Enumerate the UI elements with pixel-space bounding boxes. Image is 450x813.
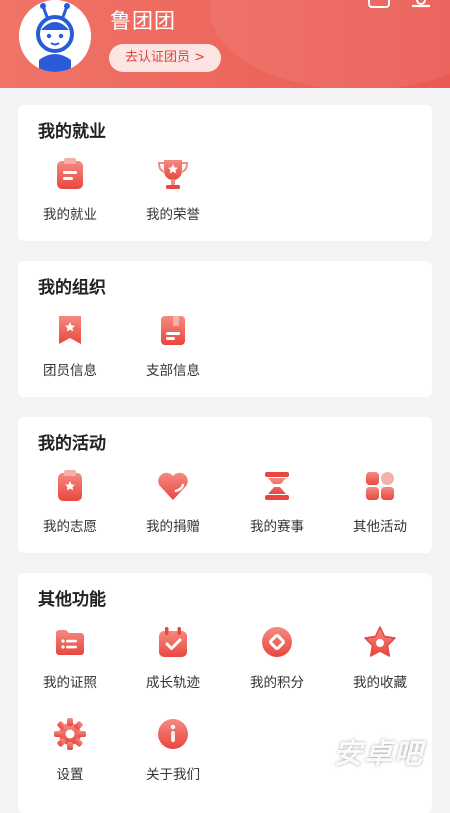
bookmark-star-icon bbox=[59, 316, 81, 344]
points-coin-icon bbox=[262, 627, 292, 657]
star-icon bbox=[364, 626, 396, 657]
calendar-check-icon bbox=[159, 627, 187, 657]
section-title: 我的就业 bbox=[38, 122, 106, 142]
menu-item-my-favorites[interactable]: 我的收藏 bbox=[328, 625, 432, 691]
heart-icon bbox=[158, 472, 188, 500]
menu-item-label: 团员信息 bbox=[43, 363, 97, 379]
menu-item-settings[interactable]: 设置 bbox=[18, 717, 122, 783]
menu-item-my-points[interactable]: 我的积分 bbox=[225, 625, 329, 691]
menu-item-label: 关于我们 bbox=[146, 767, 200, 783]
avatar[interactable] bbox=[19, 0, 91, 72]
info-icon bbox=[158, 719, 188, 749]
menu-item-label: 我的就业 bbox=[43, 207, 97, 223]
menu-item-label: 设置 bbox=[56, 767, 84, 783]
menu-item-label: 我的荣誉 bbox=[146, 207, 200, 223]
username: 鲁团团 bbox=[110, 9, 176, 33]
message-icon[interactable] bbox=[368, 0, 390, 8]
menu-item-label: 其他活动 bbox=[353, 519, 407, 535]
menu-item-my-honors[interactable]: 我的荣誉 bbox=[121, 157, 225, 223]
section-title: 其他功能 bbox=[38, 590, 106, 610]
menu-item-my-donation[interactable]: 我的捐赠 bbox=[121, 469, 225, 535]
menu-item-branch-info[interactable]: 支部信息 bbox=[121, 313, 225, 379]
notebook-icon bbox=[161, 316, 185, 345]
menu-item-label: 我的证照 bbox=[43, 675, 97, 691]
section-title: 我的活动 bbox=[38, 434, 106, 454]
menu-item-label: 我的捐赠 bbox=[146, 519, 200, 535]
watermark-logo: 安卓吧 bbox=[333, 737, 424, 770]
activity-section: 我的活动 我的志愿 我的捐赠 我的赛事 其他活动 bbox=[18, 417, 432, 553]
folder-list-icon bbox=[56, 630, 84, 655]
profile-header: 鲁团团 去认证团员 > bbox=[0, 0, 450, 88]
menu-item-about-us[interactable]: 关于我们 bbox=[121, 717, 225, 783]
apps-grid-icon bbox=[366, 472, 394, 500]
menu-item-label: 我的志愿 bbox=[43, 519, 97, 535]
menu-item-my-volunteer[interactable]: 我的志愿 bbox=[18, 469, 122, 535]
other-functions-section: 其他功能 我的证照 成长轨迹 我的积分 我的收藏 设置 关于我们 bbox=[18, 573, 432, 813]
trophy-icon bbox=[157, 160, 189, 189]
header-decoration bbox=[210, 0, 450, 88]
mascot-avatar-icon bbox=[19, 0, 91, 72]
verify-member-button[interactable]: 去认证团员 > bbox=[109, 44, 221, 72]
menu-item-label: 我的赛事 bbox=[250, 519, 304, 535]
menu-item-my-licenses[interactable]: 我的证照 bbox=[18, 625, 122, 691]
settings-icon[interactable] bbox=[410, 0, 432, 8]
gear-icon bbox=[54, 718, 86, 750]
menu-item-label: 我的收藏 bbox=[353, 675, 407, 691]
volunteer-icon bbox=[58, 470, 82, 501]
menu-item-growth-track[interactable]: 成长轨迹 bbox=[121, 625, 225, 691]
hourglass-icon bbox=[265, 472, 289, 500]
menu-item-label: 我的积分 bbox=[250, 675, 304, 691]
menu-item-other-activities[interactable]: 其他活动 bbox=[328, 469, 432, 535]
section-title: 我的组织 bbox=[38, 278, 106, 298]
menu-item-label: 支部信息 bbox=[146, 363, 200, 379]
menu-item-member-info[interactable]: 团员信息 bbox=[18, 313, 122, 379]
menu-item-label: 成长轨迹 bbox=[146, 675, 200, 691]
organization-section: 我的组织 团员信息 支部信息 bbox=[18, 261, 432, 397]
menu-item-my-competitions[interactable]: 我的赛事 bbox=[225, 469, 329, 535]
employment-section: 我的就业 我的就业 我的荣誉 bbox=[18, 105, 432, 241]
menu-item-my-employment[interactable]: 我的就业 bbox=[18, 157, 122, 223]
clipboard-icon bbox=[57, 158, 83, 189]
